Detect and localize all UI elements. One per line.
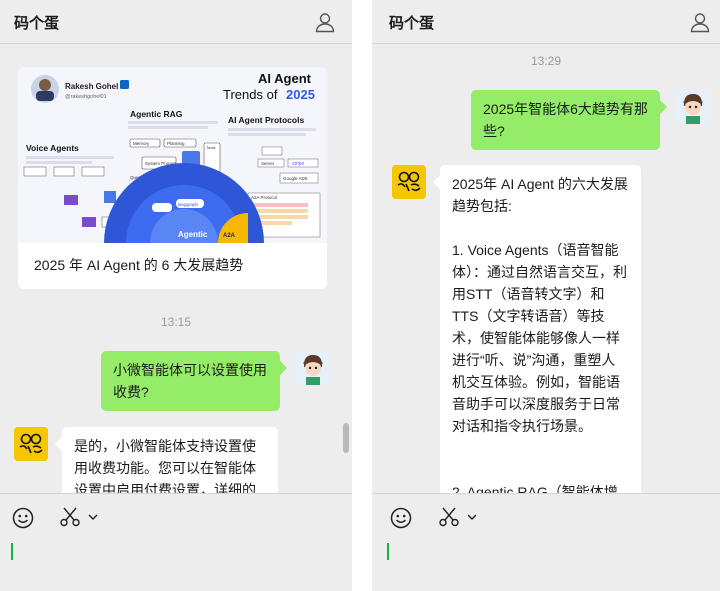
chat-header: 码个蛋	[372, 0, 720, 44]
bot-message-line: 2. Agentic RAG（智能体增强检索生成）：构建带有推理能	[452, 484, 618, 493]
cover-title-2: Trends of	[223, 87, 278, 102]
cover-title-1: AI Agent	[258, 71, 312, 86]
bot-message-line: 2025年 AI Agent 的六大发展趋势包括:	[452, 176, 628, 214]
bot-message-line: 1. Voice Agents（语音智能体）：通过自然语言交互，利用STT（语音…	[452, 242, 627, 434]
svg-text:Google ADK: Google ADK	[283, 176, 308, 181]
user-avatar-image	[296, 351, 330, 385]
section-rag: Agentic RAG	[130, 109, 183, 119]
timestamp: 13:29	[530, 54, 562, 68]
svg-text:Memory: Memory	[133, 141, 150, 146]
user-message-text: 小微智能体可以设置使用收费?	[113, 362, 267, 400]
section-protocols: AI Agent Protocols	[228, 115, 304, 125]
user-message-text: 2025年智能体6大趋势有那些?	[483, 101, 648, 139]
right-chat-window: 码个蛋 13:29 2025年智能体6大趋势有那些? 2025年 AI Agen…	[372, 0, 720, 591]
scrollbar[interactable]	[343, 423, 349, 453]
user-avatar[interactable]	[676, 90, 710, 124]
chevron-down-icon[interactable]	[88, 513, 98, 521]
bot-message-bubble[interactable]: 2025年 AI Agent 的六大发展趋势包括: 1. Voice Agent…	[440, 165, 641, 493]
article-cover-image: Rakesh Gohel @rakeshgohel01 AI Agent Tre…	[18, 67, 327, 243]
scissors-icon[interactable]	[59, 506, 81, 528]
svg-text:Tools: Tools	[206, 145, 215, 150]
chevron-down-icon[interactable]	[467, 513, 477, 521]
svg-text:Planning: Planning	[167, 141, 185, 146]
svg-text:A2A Protocol: A2A Protocol	[251, 195, 277, 200]
user-message-bubble[interactable]: 2025年智能体6大趋势有那些?	[471, 90, 660, 150]
svg-text:Agentic: Agentic	[178, 230, 208, 239]
scissors-icon[interactable]	[438, 506, 460, 528]
user-message-bubble[interactable]: 小微智能体可以设置使用收费?	[101, 351, 280, 411]
bot-avatar[interactable]	[392, 165, 426, 199]
chat-title: 码个蛋	[389, 15, 435, 32]
svg-text:langgraph: langgraph	[178, 202, 199, 207]
bot-avatar-image	[392, 165, 426, 199]
bot-avatar[interactable]	[14, 427, 48, 461]
user-avatar-image	[676, 90, 710, 124]
person-icon[interactable]	[314, 11, 336, 33]
article-card[interactable]: Rakesh Gohel @rakeshgohel01 AI Agent Tre…	[18, 67, 327, 289]
section-voice: Voice Agents	[26, 143, 79, 153]
timestamp: 13:15	[160, 315, 192, 329]
article-title[interactable]: 2025 年 AI Agent 的 6 大发展趋势	[34, 255, 243, 275]
bot-message-text: 是的，小微智能体支持设置使用收费功能。您可以在智能体设置中启用付费设置，详细的	[74, 438, 256, 493]
message-list[interactable]: 13:29 2025年智能体6大趋势有那些? 2025年 AI Agent 的六…	[372, 45, 720, 493]
input-area[interactable]	[372, 493, 720, 591]
bot-avatar-image	[14, 427, 48, 461]
svg-text:A2A: A2A	[223, 233, 236, 239]
author-name: Rakesh Gohel	[65, 82, 118, 91]
chat-header: 码个蛋	[0, 0, 352, 44]
user-avatar[interactable]	[296, 351, 330, 385]
input-area[interactable]	[0, 493, 352, 591]
left-chat-window: 码个蛋 Rakesh Gohel @rakeshgohel01 AI Agent…	[0, 0, 352, 591]
smile-icon[interactable]	[390, 507, 412, 529]
window-gap	[352, 0, 372, 591]
text-cursor	[11, 543, 13, 560]
cover-title-year: 2025	[286, 87, 315, 102]
text-cursor	[387, 543, 389, 560]
svg-text:Server: Server	[261, 161, 275, 166]
svg-text:stripe: stripe	[292, 161, 304, 167]
person-icon[interactable]	[689, 11, 711, 33]
smile-icon[interactable]	[12, 507, 34, 529]
author-handle: @rakeshgohel01	[65, 94, 107, 100]
chat-title: 码个蛋	[14, 15, 60, 32]
bot-message-bubble[interactable]: 是的，小微智能体支持设置使用收费功能。您可以在智能体设置中启用付费设置，详细的	[62, 427, 278, 493]
message-list[interactable]: Rakesh Gohel @rakeshgohel01 AI Agent Tre…	[0, 45, 352, 493]
